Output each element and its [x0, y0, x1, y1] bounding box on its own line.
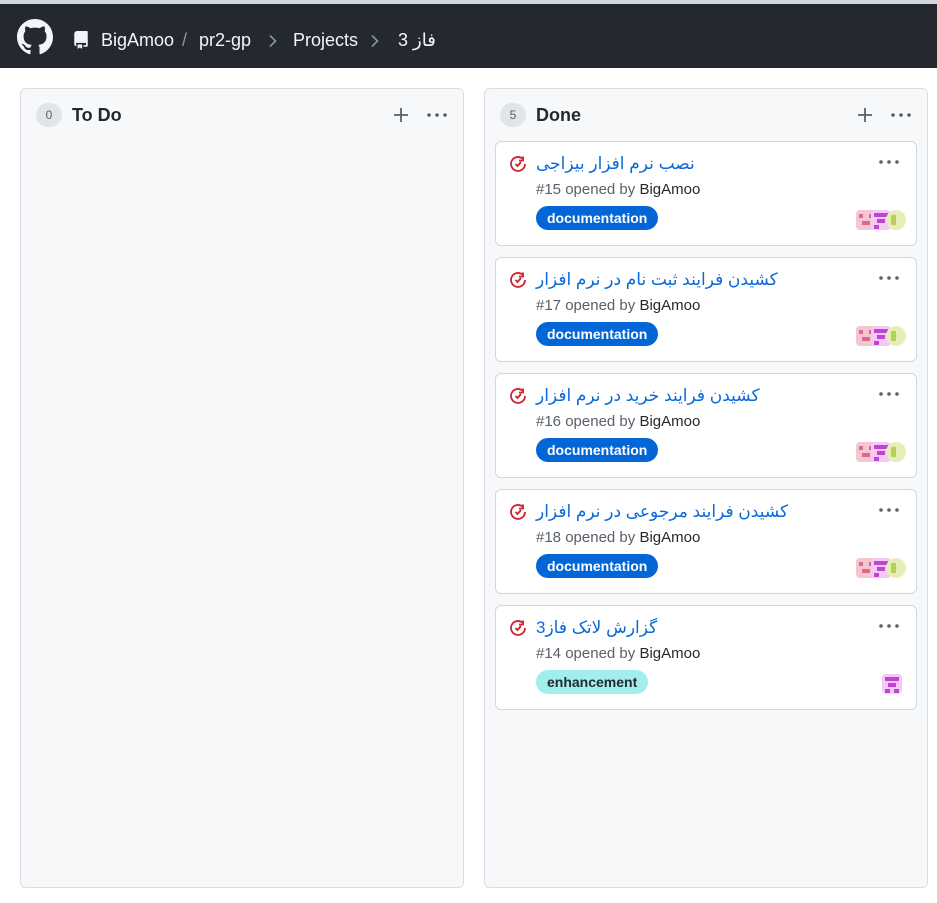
label-badge[interactable]: enhancement — [536, 670, 649, 694]
column-title: Done — [536, 105, 581, 125]
issue-meta: #15 opened by BigAmoo — [536, 180, 700, 200]
issue-opened-by: opened by — [565, 413, 636, 430]
issue-closed-icon — [510, 620, 526, 636]
label-badge[interactable]: documentation — [536, 206, 659, 230]
issue-meta: #17 opened by BigAmoo — [536, 296, 700, 316]
avatar-stack[interactable] — [856, 556, 906, 580]
issue-closed-icon — [510, 388, 526, 404]
breadcrumb-projects[interactable]: Projects — [293, 28, 358, 52]
plus-icon[interactable] — [856, 103, 874, 127]
issue-meta: #14 opened by BigAmoo — [536, 644, 700, 664]
issue-number[interactable]: #14 — [536, 645, 561, 662]
issue-number[interactable]: #18 — [536, 529, 561, 546]
label-badge[interactable]: documentation — [536, 438, 659, 462]
avatar[interactable] — [880, 672, 904, 696]
kebab-horizontal-icon[interactable] — [878, 384, 900, 404]
plus-icon[interactable] — [392, 103, 410, 127]
issue-author[interactable]: BigAmoo — [639, 181, 700, 198]
avatar-stack[interactable] — [856, 440, 906, 464]
kebab-horizontal-icon[interactable] — [890, 103, 912, 127]
issue-card[interactable]: گزارش لاتک فاز3 #14 opened by BigAmoo en… — [495, 605, 917, 710]
issue-author[interactable]: BigAmoo — [639, 529, 700, 546]
column-header: 0 To Do — [21, 89, 463, 141]
issue-closed-icon — [510, 272, 526, 288]
issue-title-link[interactable]: کشیدن فرایند خرید در نرم افزار — [536, 384, 760, 408]
issue-opened-by: opened by — [565, 181, 636, 198]
issue-author[interactable]: BigAmoo — [639, 645, 700, 662]
chevron-right-icon — [371, 34, 379, 48]
issue-card[interactable]: کشیدن فرایند خرید در نرم افزار #16 opene… — [495, 373, 917, 478]
column-card-count: 0 — [36, 103, 62, 127]
column-card-count: 5 — [500, 103, 526, 127]
breadcrumb-project-name[interactable]: فاز 3 — [398, 28, 436, 52]
issue-author[interactable]: BigAmoo — [639, 413, 700, 430]
issue-title-link[interactable]: کشیدن فرایند ثبت نام در نرم افزار — [536, 268, 778, 292]
issue-title-link[interactable]: نصب نرم افزار بیزاجی — [536, 152, 695, 176]
label-badge[interactable]: documentation — [536, 554, 659, 578]
issue-title-link[interactable]: گزارش لاتک فاز3 — [536, 616, 657, 640]
repo-icon — [74, 31, 88, 49]
kebab-horizontal-icon[interactable] — [878, 500, 900, 520]
issue-number[interactable]: #17 — [536, 297, 561, 314]
column-header: 5 Done — [485, 89, 927, 141]
issue-number[interactable]: #15 — [536, 181, 561, 198]
project-column-todo: 0 To Do — [20, 88, 464, 888]
breadcrumb-separator: / — [182, 30, 188, 50]
issue-opened-by: opened by — [565, 645, 636, 662]
issue-author[interactable]: BigAmoo — [639, 297, 700, 314]
issue-opened-by: opened by — [565, 529, 636, 546]
issue-closed-icon — [510, 504, 526, 520]
issue-meta: #18 opened by BigAmoo — [536, 528, 700, 548]
issue-card[interactable]: کشیدن فرایند مرجوعی در نرم افزار #18 ope… — [495, 489, 917, 594]
issue-number[interactable]: #16 — [536, 413, 561, 430]
column-title: To Do — [72, 105, 122, 125]
github-logo-icon[interactable] — [17, 19, 53, 55]
chevron-right-icon — [269, 34, 277, 48]
global-header: BigAmoo / pr2-gp Projects فاز 3 — [0, 4, 937, 68]
issue-title-link[interactable]: کشیدن فرایند مرجوعی در نرم افزار — [536, 500, 788, 524]
issue-opened-by: opened by — [565, 297, 636, 314]
issue-card[interactable]: کشیدن فرایند ثبت نام در نرم افزار #17 op… — [495, 257, 917, 362]
kebab-horizontal-icon[interactable] — [426, 103, 448, 127]
avatar-stack[interactable] — [856, 324, 906, 348]
kebab-horizontal-icon[interactable] — [878, 268, 900, 288]
issue-meta: #16 opened by BigAmoo — [536, 412, 700, 432]
label-badge[interactable]: documentation — [536, 322, 659, 346]
breadcrumb-owner[interactable]: BigAmoo — [101, 28, 174, 52]
project-column-done: 5 Done نصب نرم افزار بیزاجی #15 opened b… — [484, 88, 928, 888]
kebab-horizontal-icon[interactable] — [878, 616, 900, 636]
issue-closed-icon — [510, 156, 526, 172]
kebab-horizontal-icon[interactable] — [878, 152, 900, 172]
avatar-stack[interactable] — [856, 208, 906, 232]
breadcrumb-repo[interactable]: pr2-gp — [199, 28, 251, 52]
issue-card[interactable]: نصب نرم افزار بیزاجی #15 opened by BigAm… — [495, 141, 917, 246]
